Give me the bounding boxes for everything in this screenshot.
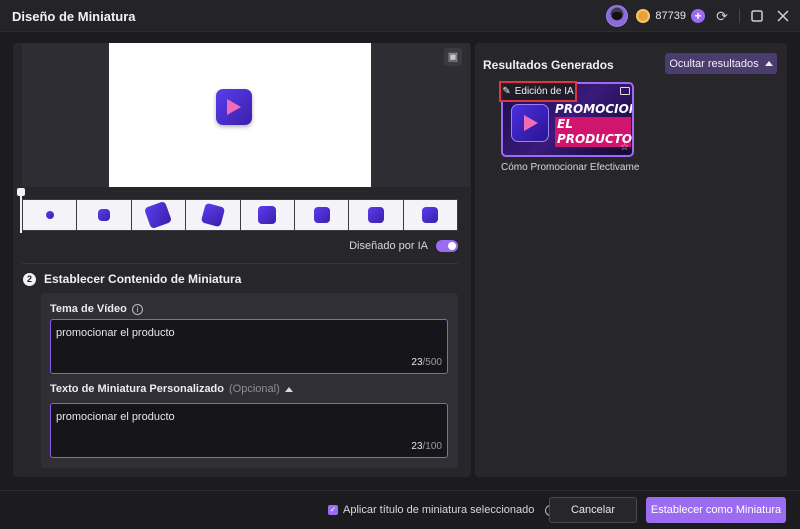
custom-text-max: /100 (422, 441, 442, 452)
timeline-frame[interactable] (403, 200, 457, 230)
timeline-frame[interactable] (23, 200, 78, 230)
custom-text-label-text: Texto de Miniatura Personalizado (50, 383, 224, 395)
caret-up-icon (764, 61, 773, 66)
apply-title-checkbox[interactable]: ✓ (328, 505, 338, 515)
preview-area: ▣ (22, 43, 470, 187)
video-topic-label: Tema de Vídeo i (50, 303, 143, 315)
timeline-frame[interactable] (240, 200, 295, 230)
add-credits-button[interactable]: + (691, 9, 705, 23)
collapse-caret-icon[interactable] (284, 386, 293, 392)
app-logo-icon (216, 89, 252, 125)
apply-title-row: ✓ Aplicar título de miniatura selecciona… (328, 504, 557, 516)
refresh-icon[interactable]: ⟳ (713, 7, 731, 25)
timeline-frame[interactable] (349, 200, 404, 230)
thumbnail-logo-icon (511, 104, 549, 142)
credits-count: 87739 (655, 10, 686, 22)
star-icon[interactable]: ☆ (620, 142, 629, 153)
title-bar: Diseño de Miniatura 87739 + ⟳ (0, 0, 800, 32)
ai-design-label: Diseñado por IA (349, 240, 428, 252)
thumbnail-editor-panel: ▣ Diseñado por IA 2 Establecer Contenido… (13, 43, 471, 477)
coin-icon (636, 9, 651, 23)
video-topic-label-text: Tema de Vídeo (50, 303, 127, 315)
custom-text-label: Texto de Miniatura Personalizado (Opcion… (50, 383, 293, 395)
thumbnail-headline: PROMOCIONAR EL PRODUCTO (555, 102, 632, 147)
divider (22, 263, 458, 264)
step-number: 2 (23, 272, 36, 286)
timeline-frame[interactable] (77, 200, 132, 230)
video-topic-count: 23 (411, 357, 423, 368)
hide-results-label: Ocultar resultados (669, 57, 759, 70)
window-title: Diseño de Miniatura (12, 9, 136, 24)
video-topic-input[interactable]: promocionar el producto 23/500 (50, 319, 448, 374)
hide-results-button[interactable]: Ocultar resultados (665, 53, 777, 74)
results-title: Resultados Generados (483, 58, 614, 72)
close-icon[interactable] (774, 7, 792, 25)
set-thumbnail-button[interactable]: Establecer como Miniatura (646, 497, 786, 523)
ai-design-toggle-row: Diseñado por IA (349, 240, 458, 252)
custom-text-input[interactable]: promocionar el producto 23/100 (50, 403, 448, 458)
cancel-button[interactable]: Cancelar (549, 497, 637, 523)
avatar[interactable] (606, 5, 629, 27)
thumbnail-headline-line1: PROMOCIONAR (555, 102, 632, 116)
frame-timeline[interactable] (22, 199, 458, 231)
ai-edit-button[interactable]: ✎ Edición de IA (499, 81, 577, 102)
timeline-frame[interactable] (294, 200, 350, 230)
video-topic-max: /500 (422, 357, 442, 368)
section-header: 2 Establecer Contenido de Miniatura (23, 272, 241, 286)
custom-text-count: 23 (411, 441, 423, 452)
custom-text-counter: 23/100 (411, 441, 442, 452)
folder-icon[interactable] (620, 87, 630, 95)
footer: ✓ Aplicar título de miniatura selecciona… (0, 490, 800, 529)
credits-display: 87739 + (636, 9, 705, 23)
timeline-frame[interactable] (186, 200, 241, 230)
content-form: Tema de Vídeo i promocionar el producto … (41, 293, 458, 468)
preview-frame[interactable] (109, 43, 371, 187)
optional-label: (Opcional) (229, 383, 280, 395)
title-bar-controls: 87739 + ⟳ (606, 4, 792, 28)
pencil-icon: ✎ (502, 86, 511, 97)
separator (739, 9, 740, 23)
custom-text-value: promocionar el producto (56, 411, 175, 423)
apply-title-label: Aplicar título de miniatura seleccionado (343, 504, 535, 516)
section-title: Establecer Contenido de Miniatura (44, 272, 242, 286)
video-topic-counter: 23/500 (411, 357, 442, 368)
maximize-icon[interactable] (748, 7, 766, 25)
info-icon[interactable]: i (131, 303, 143, 315)
save-icon[interactable]: ▣ (444, 48, 462, 66)
thumbnail-caption: Cómo Promocionar Efectivame... (501, 162, 639, 173)
timeline-frame[interactable] (131, 200, 187, 230)
ai-edit-label: Edición de IA (514, 86, 574, 97)
results-panel: Resultados Generados Ocultar resultados … (475, 43, 787, 477)
ai-design-toggle[interactable] (436, 240, 458, 252)
video-topic-value: promocionar el producto (56, 327, 175, 339)
